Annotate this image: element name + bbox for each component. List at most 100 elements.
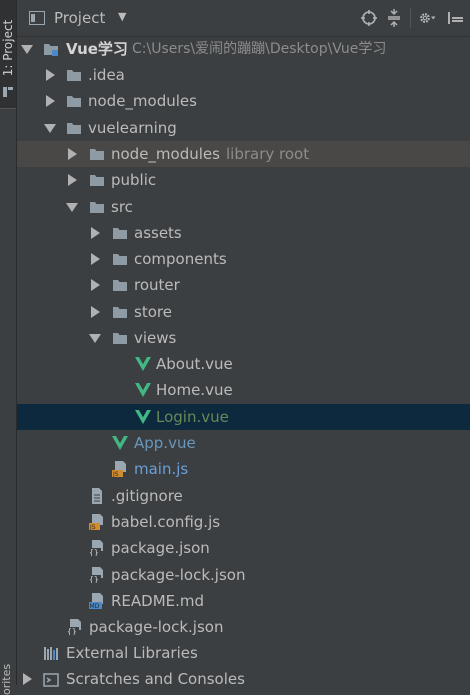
tree-item-babel-config[interactable]: JS babel.config.js: [17, 509, 470, 535]
tree-item-label: views: [134, 329, 177, 347]
toolbar-divider: [410, 8, 411, 28]
gear-icon[interactable]: [419, 9, 437, 27]
project-tree: Vue学习 C:\Users\爱闹的蹦蹦\Desktop\Vue学习 .idea…: [17, 36, 470, 688]
vue-file-icon: [112, 436, 128, 450]
markdown-file-icon: MD: [89, 593, 103, 609]
tree-item-package-json[interactable]: {} package.json: [17, 535, 470, 561]
collapse-all-icon[interactable]: [385, 9, 403, 27]
tool-window-strip: 1: Project orites: [0, 0, 17, 695]
folder-icon: [67, 96, 81, 107]
favorites-tool-tab-label[interactable]: orites: [0, 629, 14, 695]
folder-icon: [67, 70, 81, 81]
chevron-down-icon[interactable]: [66, 203, 78, 212]
tree-item-src[interactable]: src: [17, 194, 470, 220]
tree-item-gitignore[interactable]: .gitignore: [17, 483, 470, 509]
chevron-down-icon[interactable]: [44, 124, 56, 133]
tree-item-label: External Libraries: [66, 644, 198, 662]
json-file-icon: {}: [67, 619, 81, 635]
json-file-icon: {}: [89, 567, 103, 583]
tree-item-label: main.js: [134, 460, 189, 478]
tree-item-label: vuelearning: [88, 119, 177, 137]
libraries-icon: [44, 647, 58, 660]
chevron-right-icon[interactable]: [46, 69, 55, 81]
tree-item-label: About.vue: [156, 355, 233, 373]
project-panel-header: Project ▼: [17, 0, 470, 37]
folder-icon: [113, 228, 127, 239]
tree-item-app-vue[interactable]: App.vue: [17, 430, 470, 456]
project-tool-tab[interactable]: 1: Project: [0, 0, 16, 109]
svg-text:MD: MD: [90, 603, 100, 609]
tree-item-label: Scratches and Consoles: [66, 670, 245, 688]
tree-item-label: src: [111, 198, 133, 216]
chevron-right-icon[interactable]: [68, 174, 77, 186]
chevron-down-icon[interactable]: ▼: [118, 10, 126, 23]
js-file-icon: JS: [112, 461, 126, 477]
tree-item-label: router: [134, 276, 180, 294]
chevron-right-icon[interactable]: [91, 227, 100, 239]
folder-icon: [113, 254, 127, 265]
tree-item-label: package-lock.json: [111, 566, 246, 584]
tree-item-label: Vue学习: [66, 40, 128, 58]
js-file-icon: JS: [89, 514, 103, 530]
tree-item-label: assets: [134, 224, 182, 242]
text-file-icon: [92, 488, 102, 504]
tree-item-views[interactable]: views: [17, 325, 470, 351]
chevron-down-icon[interactable]: [21, 45, 33, 54]
folder-icon: [90, 175, 104, 186]
tree-item-label: components: [134, 250, 227, 268]
root-path: C:\Users\爱闹的蹦蹦\Desktop\Vue学习: [132, 41, 387, 57]
locate-file-icon[interactable]: [360, 9, 378, 27]
tree-item-login-vue[interactable]: Login.vue: [17, 404, 470, 430]
chevron-down-icon[interactable]: [89, 334, 101, 343]
tree-item-node-modules[interactable]: node_modules: [17, 88, 470, 114]
tree-item-node-modules-library-root[interactable]: node_modules library root: [17, 141, 470, 167]
tree-item-package-lock-json[interactable]: {} package-lock.json: [17, 562, 470, 588]
tree-item-idea[interactable]: .idea: [17, 62, 470, 88]
tree-item-assets[interactable]: assets: [17, 220, 470, 246]
folder-icon: [113, 307, 127, 318]
tree-item-root[interactable]: Vue学习 C:\Users\爱闹的蹦蹦\Desktop\Vue学习: [17, 36, 470, 62]
chevron-right-icon[interactable]: [91, 279, 100, 291]
tree-item-public[interactable]: public: [17, 167, 470, 193]
tree-item-label: package.json: [111, 539, 210, 557]
library-root-hint: library root: [226, 145, 310, 163]
svg-text:{}: {}: [89, 575, 99, 583]
tree-item-label: babel.config.js: [111, 513, 221, 531]
tree-item-store[interactable]: store: [17, 299, 470, 325]
svg-text:JS: JS: [89, 524, 96, 530]
project-view-title[interactable]: Project: [54, 9, 105, 27]
project-folder-icon: [44, 44, 58, 56]
tree-item-label: README.md: [111, 592, 205, 610]
chevron-right-icon[interactable]: [68, 148, 77, 160]
chevron-right-icon[interactable]: [91, 306, 100, 318]
chevron-right-icon[interactable]: [91, 253, 100, 265]
tree-item-main-js[interactable]: JS main.js: [17, 456, 470, 482]
tree-item-root-package-lock-json[interactable]: {} package-lock.json: [17, 614, 470, 640]
tree-item-label: node_modules: [88, 92, 197, 110]
folder-icon: [67, 123, 81, 134]
tree-item-vuelearning[interactable]: vuelearning: [17, 115, 470, 141]
tree-item-label: public: [111, 171, 157, 189]
folder-icon: [113, 333, 127, 344]
tree-item-scratches[interactable]: Scratches and Consoles: [17, 666, 470, 692]
vue-file-icon: [135, 357, 151, 371]
tree-item-components[interactable]: components: [17, 246, 470, 272]
tree-item-label: .gitignore: [111, 487, 183, 505]
vue-file-icon: [135, 383, 151, 397]
project-tool-tab-label: 1: Project: [1, 19, 15, 77]
hide-panel-icon[interactable]: [447, 9, 465, 27]
chevron-right-icon[interactable]: [23, 673, 32, 685]
svg-text:JS: JS: [112, 471, 119, 477]
tree-item-label: package-lock.json: [89, 618, 224, 636]
chevron-right-icon[interactable]: [46, 95, 55, 107]
project-tool-icon: [3, 87, 13, 97]
tree-item-router[interactable]: router: [17, 272, 470, 298]
tree-item-home-vue[interactable]: Home.vue: [17, 377, 470, 403]
project-view-icon: [29, 11, 45, 25]
folder-icon: [90, 202, 104, 213]
tree-item-about-vue[interactable]: About.vue: [17, 351, 470, 377]
tree-item-external-libraries[interactable]: External Libraries: [17, 640, 470, 666]
svg-text:{}: {}: [67, 627, 77, 635]
tree-item-readme[interactable]: MD README.md: [17, 588, 470, 614]
folder-icon: [90, 149, 104, 160]
